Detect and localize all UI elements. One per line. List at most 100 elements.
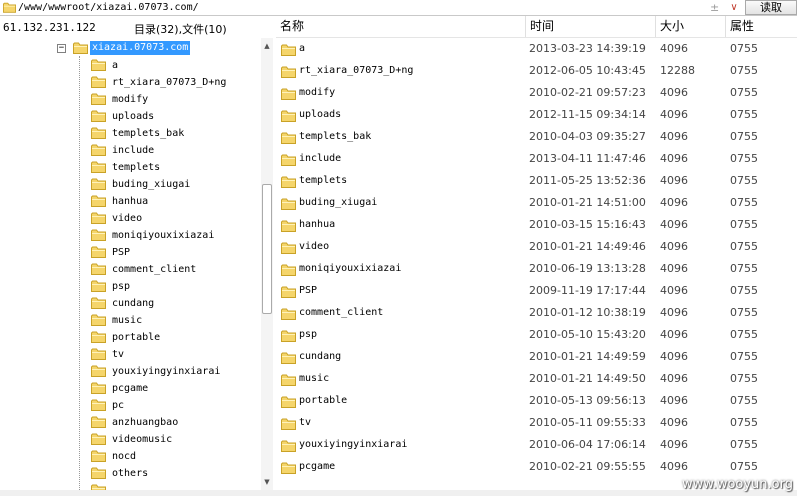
file-attr: 0755 [730,42,758,55]
tree-item-label: psp [112,281,131,292]
file-time: 2010-01-12 10:38:19 [529,306,646,319]
folder-icon [281,88,296,100]
tree-item[interactable]: templets_bak [91,125,256,142]
file-attr: 0755 [730,108,758,121]
tree-root-label[interactable]: xiazai.07073.com [90,41,191,55]
scroll-up-icon[interactable]: ▲ [261,40,273,52]
file-size: 4096 [660,328,688,341]
file-row[interactable]: hanhua 2010-03-15 15:16:43 4096 0755 [276,214,797,236]
folder-icon [91,331,106,343]
tree-item-label: pc [112,400,125,411]
file-row[interactable]: moniqiyouxixiazai 2010-06-19 13:13:28 4096… [276,258,797,280]
file-size: 4096 [660,86,688,99]
tree-item[interactable]: ... [91,482,256,490]
tree-item-label: templets [112,162,161,173]
file-row[interactable]: cundang 2010-01-21 14:49:59 4096 0755 [276,346,797,368]
column-time[interactable]: 时间 [526,16,656,37]
folder-icon [91,433,106,445]
scroll-down-icon[interactable]: ▼ [261,476,273,488]
tree-item[interactable]: tv [91,346,256,363]
tree-item[interactable]: a [91,57,256,74]
file-size: 4096 [660,196,688,209]
file-size: 4096 [660,130,688,143]
collapse-icon[interactable]: − [57,44,66,53]
tree-item[interactable]: include [91,142,256,159]
tree-item[interactable]: music [91,312,256,329]
tree-item-label: youxiyingyinxiarai [112,366,221,377]
file-row[interactable]: rt_xiara_07073_D+ng 2012-06-05 10:43:45 12… [276,60,797,82]
file-row[interactable]: a 2013-03-23 14:39:19 4096 0755 [276,38,797,60]
tree-item-label: buding_xiugai [112,179,191,190]
tree-item[interactable]: pc [91,397,256,414]
file-row[interactable]: youxiyingyinxiarai 2010-06-04 17:06:14 409… [276,434,797,456]
file-row[interactable]: include 2013-04-11 11:47:46 4096 0755 [276,148,797,170]
tree-item[interactable]: youxiyingyinxiarai [91,363,256,380]
tree-header: 61.132.231.122 目录(32),文件(10) [0,16,272,38]
folder-icon [91,365,106,377]
file-name: modify [299,87,336,98]
tree-item[interactable]: templets [91,159,256,176]
folder-icon [91,212,106,224]
tree-item[interactable]: comment_client [91,261,256,278]
tree-item[interactable]: videomusic [91,431,256,448]
tree-item[interactable]: cundang [91,295,256,312]
folder-icon [91,416,106,428]
chevron-down-icon[interactable]: ∨ [727,1,741,14]
file-name: uploads [299,109,342,120]
tree-item[interactable]: hanhua [91,193,256,210]
file-name: include [299,153,342,164]
tree-scrollbar[interactable]: ▲ ▼ [261,38,273,490]
file-row[interactable]: PSP 2009-11-19 17:17:44 4096 0755 [276,280,797,302]
file-time: 2009-11-19 17:17:44 [529,284,646,297]
tree-item-label: cundang [112,298,155,309]
bookmark-icon[interactable]: ± [710,0,719,15]
file-row[interactable]: tv 2010-05-11 09:55:33 4096 0755 [276,412,797,434]
file-row[interactable]: portable 2010-05-13 09:56:13 4096 0755 [276,390,797,412]
read-button[interactable]: 读取 [745,0,797,15]
tree-item[interactable]: pcgame [91,380,256,397]
file-name: psp [299,329,318,340]
tree-item-label: PSP [112,247,131,258]
tree-item[interactable]: psp [91,278,256,295]
file-row[interactable]: music 2010-01-21 14:49:50 4096 0755 [276,368,797,390]
address-path-input[interactable]: /www/wwwroot/xiazai.07073.com/ [18,1,199,15]
scrollbar-thumb[interactable] [262,184,272,314]
folder-icon [91,127,106,139]
file-row[interactable]: buding_xiugai 2010-01-21 14:51:00 4096 0755 [276,192,797,214]
file-attr: 0755 [730,460,758,473]
folder-icon [281,418,296,430]
file-name: tv [299,417,312,428]
tree-item[interactable]: video [91,210,256,227]
column-attr[interactable]: 属性 [726,16,797,37]
file-time: 2013-03-23 14:39:19 [529,42,646,55]
file-attr: 0755 [730,64,758,77]
file-name: moniqiyouxixiazai [299,263,402,274]
file-row[interactable]: psp 2010-05-10 15:43:20 4096 0755 [276,324,797,346]
tree-item-label: tv [112,349,125,360]
tree-item[interactable]: modify [91,91,256,108]
tree-item[interactable]: moniqiyouxixiazai [91,227,256,244]
file-row[interactable]: video 2010-01-21 14:49:46 4096 0755 [276,236,797,258]
tree-item[interactable]: others [91,465,256,482]
tree-item[interactable]: buding_xiugai [91,176,256,193]
file-row[interactable]: modify 2010-02-21 09:57:23 4096 0755 [276,82,797,104]
tree-item[interactable]: uploads [91,108,256,125]
folder-icon [281,352,296,364]
file-row[interactable]: templets_bak 2010-04-03 09:35:27 4096 0755 [276,126,797,148]
tree-item[interactable]: nocd [91,448,256,465]
file-time: 2010-04-03 09:35:27 [529,130,646,143]
tree-item[interactable]: anzhuangbao [91,414,256,431]
column-size[interactable]: 大小 [656,16,726,37]
tree-item[interactable]: rt_xiara_07073_D+ng [91,74,256,91]
file-row[interactable]: uploads 2012-11-15 09:34:14 4096 0755 [276,104,797,126]
file-time: 2010-02-21 09:55:55 [529,460,646,473]
file-size: 4096 [660,394,688,407]
tree-item[interactable]: portable [91,329,256,346]
file-row[interactable]: comment_client 2010-01-12 10:38:19 4096 075… [276,302,797,324]
folder-icon [91,297,106,309]
file-row[interactable]: templets 2011-05-25 13:52:36 4096 0755 [276,170,797,192]
column-name[interactable]: 名称 [276,16,526,37]
tree-item-label: include [112,145,155,156]
tree-item[interactable]: PSP [91,244,256,261]
tree-item-label: a [112,60,119,71]
